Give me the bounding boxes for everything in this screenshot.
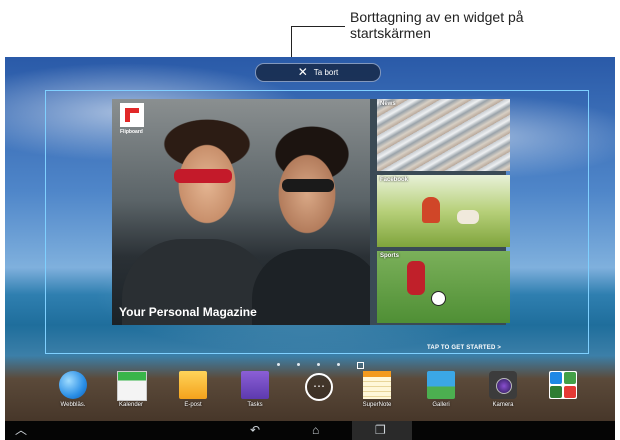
app-dock: Webbläs. Kalender E-post Tasks ⋯ SuperNo… — [5, 369, 615, 417]
close-icon: ✕ — [297, 65, 308, 80]
asus-menu-icon[interactable]: ︿ — [15, 423, 27, 437]
callout-text: Borttagning av en widget på startskärmen — [350, 9, 524, 41]
tile-label: News — [380, 101, 396, 107]
app-label: Kalender — [118, 402, 144, 408]
maps-mini-icon — [564, 372, 576, 384]
photo-dog — [457, 210, 479, 224]
soccer-ball-icon — [431, 291, 446, 306]
camera-icon — [489, 371, 517, 399]
app-supernote[interactable]: SuperNote — [349, 369, 405, 417]
app-browser[interactable]: Webbläs. — [45, 369, 101, 417]
photo-black-sunglasses — [282, 179, 334, 192]
photo-person-coat-2 — [252, 249, 370, 325]
get-started-link[interactable]: TAP TO GET STARTED > — [427, 345, 501, 351]
tile-label: Sports — [380, 253, 400, 259]
home-icon[interactable]: ⌂ — [312, 423, 319, 437]
gallery-icon — [427, 371, 455, 399]
tasks-checkbox-icon — [241, 371, 269, 399]
photo-red-sunglasses — [174, 169, 232, 183]
tile-sports[interactable]: Sports — [377, 251, 510, 323]
app-label: Kamera — [492, 402, 514, 408]
page-dot — [317, 363, 320, 366]
page-dot — [277, 363, 280, 366]
google-plus-mini-icon — [550, 386, 562, 398]
home-screen: ✕ Ta bort Flipboard Your Personal Magazin… — [5, 57, 615, 440]
app-gallery[interactable]: Galleri — [413, 369, 469, 417]
supernote-notebook-icon — [363, 371, 391, 399]
calendar-icon — [117, 371, 147, 401]
google-apps-folder[interactable] — [535, 369, 591, 417]
cover-title: Your Personal Magazine — [119, 305, 257, 319]
play-store-mini-icon — [550, 372, 562, 384]
all-apps-icon: ⋯ — [305, 373, 333, 401]
remove-label: Ta bort — [313, 68, 339, 77]
google-plus-red-mini-icon — [564, 386, 576, 398]
flipboard-cover[interactable]: Flipboard Your Personal Magazine — [112, 99, 370, 325]
back-icon[interactable]: ↶ — [250, 423, 260, 437]
app-label: Galleri — [432, 402, 450, 408]
photo-soccer-player — [407, 261, 425, 295]
app-label: SuperNote — [362, 402, 392, 408]
flipboard-logo-icon — [120, 103, 144, 127]
app-label: Webbläs. — [60, 402, 86, 408]
app-label: E-post — [184, 402, 202, 408]
tile-facebook[interactable]: Facebook — [377, 175, 510, 247]
remove-widget-drop-target[interactable]: ✕ Ta bort — [255, 63, 381, 82]
flipboard-brand: Flipboard — [120, 129, 143, 135]
email-icon — [179, 371, 207, 399]
page-dot — [337, 363, 340, 366]
app-label: Tasks — [247, 402, 263, 408]
photo-child — [422, 197, 440, 223]
browser-globe-icon — [59, 371, 87, 399]
app-tasks[interactable]: Tasks — [227, 369, 283, 417]
flipboard-widget[interactable]: Flipboard Your Personal Magazine News Fa… — [112, 99, 510, 325]
all-apps-button[interactable]: ⋯ — [289, 369, 345, 417]
app-calendar[interactable]: Kalender — [103, 369, 159, 417]
google-apps-folder-icon — [549, 371, 577, 399]
tile-label: Facebook — [380, 177, 409, 183]
page-dot-current — [357, 362, 364, 369]
recent-apps-icon[interactable]: ❐ — [375, 423, 386, 437]
tile-news[interactable]: News — [377, 99, 510, 171]
callout-leader-line — [291, 26, 345, 27]
app-camera[interactable]: Kamera — [475, 369, 531, 417]
system-navigation-bar: ︿ ↶ ⌂ ❐ — [5, 421, 615, 440]
page-dot — [297, 363, 300, 366]
app-email[interactable]: E-post — [165, 369, 221, 417]
